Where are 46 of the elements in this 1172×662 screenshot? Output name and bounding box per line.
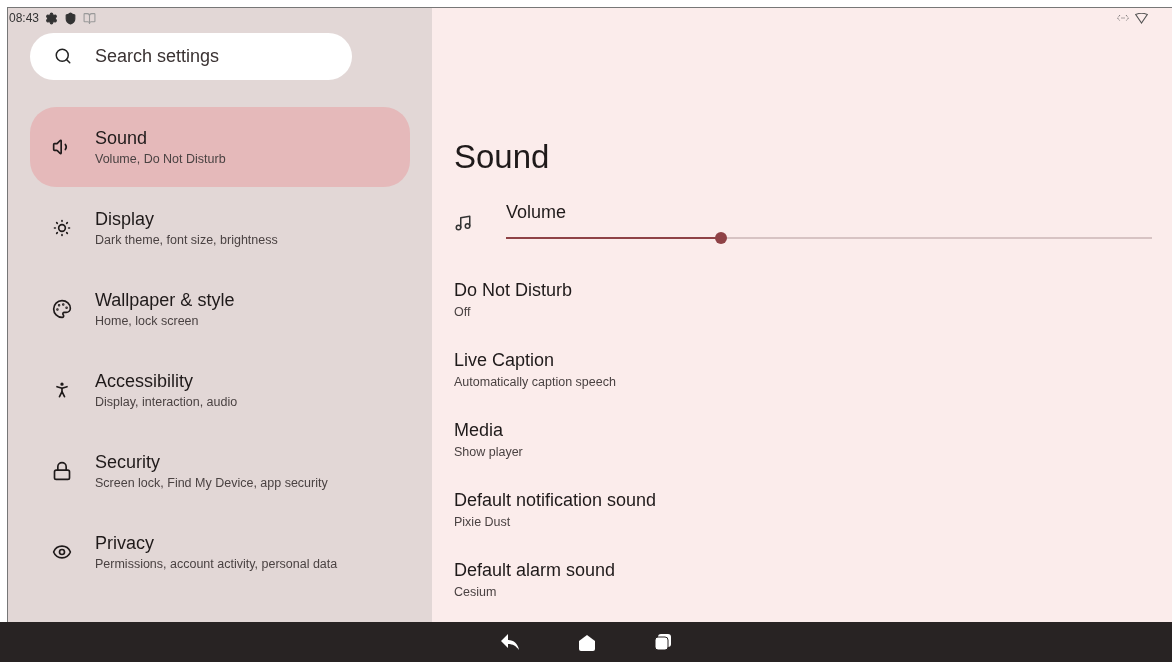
wifi-icon bbox=[1135, 12, 1148, 24]
status-time: 08:43 bbox=[9, 11, 40, 25]
item-subtitle: Dark theme, font size, brightness bbox=[95, 233, 278, 247]
shield-icon bbox=[64, 11, 78, 25]
setting-subtitle: Automatically caption speech bbox=[454, 375, 617, 389]
search-icon bbox=[54, 47, 72, 65]
page-title: Sound bbox=[454, 138, 551, 176]
sidebar-item[interactable]: Accessibility Display, interaction, audio bbox=[30, 350, 410, 430]
item-subtitle: Display, interaction, audio bbox=[95, 395, 238, 409]
search-field[interactable]: Search settings bbox=[30, 33, 352, 80]
item-subtitle: Permissions, account activity, personal data bbox=[95, 557, 338, 571]
palette-icon bbox=[52, 299, 72, 319]
home-icon[interactable] bbox=[578, 633, 596, 651]
volume-label: Volume bbox=[506, 202, 568, 223]
music-note-icon bbox=[454, 214, 472, 232]
recents-icon[interactable] bbox=[654, 633, 672, 651]
setting-title[interactable]: Do Not Disturb bbox=[454, 280, 1172, 301]
setting-subtitle: Pixie Dust bbox=[454, 515, 512, 529]
setting-title[interactable]: Live Caption bbox=[454, 350, 1172, 371]
sidebar-item[interactable]: Sound Volume, Do Not Disturb bbox=[30, 107, 410, 187]
lock-icon bbox=[52, 461, 72, 481]
sidebar-item[interactable]: Security Screen lock, Find My Device, app security bbox=[30, 431, 410, 511]
eye-icon bbox=[52, 542, 72, 562]
item-subtitle: Volume, Do Not Disturb bbox=[95, 152, 226, 166]
settings-icon bbox=[45, 11, 59, 25]
setting-title[interactable]: Default alarm sound bbox=[454, 560, 1172, 581]
item-title: Security bbox=[95, 452, 162, 473]
sidebar-item[interactable]: Wallpaper & style Home, lock screen bbox=[30, 269, 410, 349]
setting-title[interactable]: Default notification sound bbox=[454, 490, 1172, 511]
item-title: Wallpaper & style bbox=[95, 290, 235, 311]
sidebar-item[interactable]: Display Dark theme, font size, brightness bbox=[30, 188, 410, 268]
back-icon[interactable] bbox=[500, 633, 520, 651]
setting-title[interactable]: Media bbox=[454, 420, 1172, 441]
data-transfer-icon bbox=[1117, 14, 1129, 22]
item-subtitle: Home, lock screen bbox=[95, 314, 200, 328]
item-title: Privacy bbox=[95, 533, 155, 554]
setting-subtitle: Cesium bbox=[454, 585, 498, 599]
setting-subtitle: Show player bbox=[454, 445, 524, 459]
brightness-icon bbox=[52, 218, 72, 238]
item-title: Accessibility bbox=[95, 371, 195, 392]
item-subtitle: Screen lock, Find My Device, app security bbox=[95, 476, 328, 490]
slider-thumb[interactable] bbox=[715, 232, 728, 244]
item-title: Sound bbox=[95, 128, 149, 149]
item-title: Display bbox=[95, 209, 156, 230]
sidebar-item[interactable]: Privacy Permissions, account activity, personal data bbox=[30, 512, 410, 592]
setting-subtitle: Off bbox=[454, 305, 472, 319]
